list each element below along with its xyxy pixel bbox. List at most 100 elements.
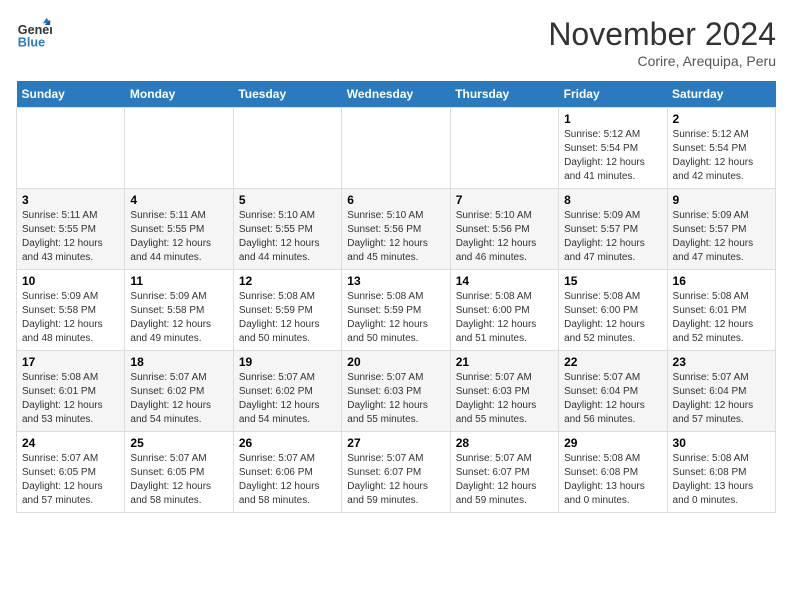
calendar-cell: 20 Sunrise: 5:07 AMSunset: 6:03 PMDayligh… [342, 351, 450, 432]
day-info: Sunrise: 5:10 AMSunset: 5:56 PMDaylight:… [347, 209, 444, 265]
day-info: Sunrise: 5:07 AMSunset: 6:04 PMDaylight:… [673, 371, 770, 427]
day-number: 18 [130, 355, 227, 369]
day-info: Sunrise: 5:08 AMSunset: 6:08 PMDaylight:… [564, 452, 661, 508]
day-info: Sunrise: 5:12 AMSunset: 5:54 PMDaylight:… [673, 128, 770, 184]
day-number: 16 [673, 274, 770, 288]
day-info: Sunrise: 5:07 AMSunset: 6:05 PMDaylight:… [130, 452, 227, 508]
day-info: Sunrise: 5:07 AMSunset: 6:07 PMDaylight:… [347, 452, 444, 508]
calendar-cell: 6 Sunrise: 5:10 AMSunset: 5:56 PMDaylight… [342, 189, 450, 270]
day-number: 21 [456, 355, 553, 369]
title-block: November 2024 Corire, Arequipa, Peru [548, 16, 776, 69]
day-info: Sunrise: 5:09 AMSunset: 5:57 PMDaylight:… [673, 209, 770, 265]
day-info: Sunrise: 5:08 AMSunset: 6:00 PMDaylight:… [564, 290, 661, 346]
day-number: 7 [456, 193, 553, 207]
week-row-2: 3 Sunrise: 5:11 AMSunset: 5:55 PMDaylight… [17, 189, 776, 270]
location: Corire, Arequipa, Peru [548, 53, 776, 69]
calendar-cell: 27 Sunrise: 5:07 AMSunset: 6:07 PMDayligh… [342, 432, 450, 513]
day-info: Sunrise: 5:07 AMSunset: 6:02 PMDaylight:… [239, 371, 336, 427]
weekday-header-friday: Friday [559, 81, 667, 108]
day-number: 29 [564, 436, 661, 450]
calendar-cell: 10 Sunrise: 5:09 AMSunset: 5:58 PMDayligh… [17, 270, 125, 351]
day-number: 10 [22, 274, 119, 288]
day-number: 17 [22, 355, 119, 369]
day-number: 20 [347, 355, 444, 369]
day-number: 5 [239, 193, 336, 207]
calendar-cell [342, 108, 450, 189]
calendar-cell: 30 Sunrise: 5:08 AMSunset: 6:08 PMDayligh… [667, 432, 775, 513]
week-row-3: 10 Sunrise: 5:09 AMSunset: 5:58 PMDayligh… [17, 270, 776, 351]
svg-text:Blue: Blue [18, 36, 45, 50]
weekday-header-tuesday: Tuesday [233, 81, 341, 108]
day-info: Sunrise: 5:11 AMSunset: 5:55 PMDaylight:… [22, 209, 119, 265]
calendar-cell: 29 Sunrise: 5:08 AMSunset: 6:08 PMDayligh… [559, 432, 667, 513]
weekday-header-wednesday: Wednesday [342, 81, 450, 108]
calendar-cell: 26 Sunrise: 5:07 AMSunset: 6:06 PMDayligh… [233, 432, 341, 513]
calendar-cell [125, 108, 233, 189]
calendar-cell: 25 Sunrise: 5:07 AMSunset: 6:05 PMDayligh… [125, 432, 233, 513]
calendar-cell: 7Sunrise: 5:10 AMSunset: 5:56 PMDaylight… [450, 189, 558, 270]
day-number: 30 [673, 436, 770, 450]
logo: General Blue [16, 16, 52, 52]
calendar-cell: 21 Sunrise: 5:07 AMSunset: 6:03 PMDayligh… [450, 351, 558, 432]
weekday-header-row: SundayMondayTuesdayWednesdayThursdayFrid… [17, 81, 776, 108]
day-number: 25 [130, 436, 227, 450]
day-number: 6 [347, 193, 444, 207]
calendar-cell: 24Sunrise: 5:07 AMSunset: 6:05 PMDayligh… [17, 432, 125, 513]
day-info: Sunrise: 5:07 AMSunset: 6:02 PMDaylight:… [130, 371, 227, 427]
day-number: 3 [22, 193, 119, 207]
day-info: Sunrise: 5:12 AMSunset: 5:54 PMDaylight:… [564, 128, 661, 184]
day-number: 23 [673, 355, 770, 369]
day-number: 14 [456, 274, 553, 288]
day-number: 9 [673, 193, 770, 207]
day-number: 27 [347, 436, 444, 450]
calendar-cell: 19Sunrise: 5:07 AMSunset: 6:02 PMDayligh… [233, 351, 341, 432]
day-info: Sunrise: 5:08 AMSunset: 5:59 PMDaylight:… [239, 290, 336, 346]
calendar-cell: 1 Sunrise: 5:12 AMSunset: 5:54 PMDaylight… [559, 108, 667, 189]
day-number: 26 [239, 436, 336, 450]
day-number: 13 [347, 274, 444, 288]
day-info: Sunrise: 5:09 AMSunset: 5:58 PMDaylight:… [22, 290, 119, 346]
calendar-cell: 22 Sunrise: 5:07 AMSunset: 6:04 PMDayligh… [559, 351, 667, 432]
day-number: 28 [456, 436, 553, 450]
day-info: Sunrise: 5:08 AMSunset: 5:59 PMDaylight:… [347, 290, 444, 346]
logo-icon: General Blue [16, 16, 52, 52]
day-number: 4 [130, 193, 227, 207]
calendar-cell: 5 Sunrise: 5:10 AMSunset: 5:55 PMDaylight… [233, 189, 341, 270]
day-number: 11 [130, 274, 227, 288]
calendar-cell: 12 Sunrise: 5:08 AMSunset: 5:59 PMDayligh… [233, 270, 341, 351]
day-number: 24 [22, 436, 119, 450]
day-number: 12 [239, 274, 336, 288]
calendar-cell: 9 Sunrise: 5:09 AMSunset: 5:57 PMDaylight… [667, 189, 775, 270]
day-info: Sunrise: 5:07 AMSunset: 6:03 PMDaylight:… [347, 371, 444, 427]
calendar-cell: 17Sunrise: 5:08 AMSunset: 6:01 PMDayligh… [17, 351, 125, 432]
week-row-1: 1 Sunrise: 5:12 AMSunset: 5:54 PMDaylight… [17, 108, 776, 189]
calendar-cell: 14 Sunrise: 5:08 AMSunset: 6:00 PMDayligh… [450, 270, 558, 351]
month-title: November 2024 [548, 16, 776, 53]
day-info: Sunrise: 5:07 AMSunset: 6:04 PMDaylight:… [564, 371, 661, 427]
weekday-header-saturday: Saturday [667, 81, 775, 108]
calendar-cell: 13 Sunrise: 5:08 AMSunset: 5:59 PMDayligh… [342, 270, 450, 351]
day-info: Sunrise: 5:07 AMSunset: 6:07 PMDaylight:… [456, 452, 553, 508]
day-info: Sunrise: 5:07 AMSunset: 6:06 PMDaylight:… [239, 452, 336, 508]
calendar-cell: 2Sunrise: 5:12 AMSunset: 5:54 PMDaylight… [667, 108, 775, 189]
day-info: Sunrise: 5:08 AMSunset: 6:08 PMDaylight:… [673, 452, 770, 508]
day-number: 1 [564, 112, 661, 126]
day-number: 15 [564, 274, 661, 288]
calendar-cell: 18 Sunrise: 5:07 AMSunset: 6:02 PMDayligh… [125, 351, 233, 432]
day-number: 22 [564, 355, 661, 369]
calendar-cell [450, 108, 558, 189]
week-row-4: 17Sunrise: 5:08 AMSunset: 6:01 PMDayligh… [17, 351, 776, 432]
day-info: Sunrise: 5:08 AMSunset: 6:00 PMDaylight:… [456, 290, 553, 346]
day-info: Sunrise: 5:07 AMSunset: 6:03 PMDaylight:… [456, 371, 553, 427]
calendar-cell: 4 Sunrise: 5:11 AMSunset: 5:55 PMDaylight… [125, 189, 233, 270]
calendar-table: SundayMondayTuesdayWednesdayThursdayFrid… [16, 81, 776, 513]
calendar-cell: 15 Sunrise: 5:08 AMSunset: 6:00 PMDayligh… [559, 270, 667, 351]
day-info: Sunrise: 5:09 AMSunset: 5:57 PMDaylight:… [564, 209, 661, 265]
calendar-cell: 3 Sunrise: 5:11 AMSunset: 5:55 PMDaylight… [17, 189, 125, 270]
weekday-header-thursday: Thursday [450, 81, 558, 108]
page-header: General Blue November 2024 Corire, Arequ… [16, 16, 776, 69]
day-info: Sunrise: 5:11 AMSunset: 5:55 PMDaylight:… [130, 209, 227, 265]
week-row-5: 24 Sunrise: 5:07 AMSunset: 6:05 PMDayligh… [17, 432, 776, 513]
calendar-cell [233, 108, 341, 189]
day-info: Sunrise: 5:10 AMSunset: 5:55 PMDaylight:… [239, 209, 336, 265]
